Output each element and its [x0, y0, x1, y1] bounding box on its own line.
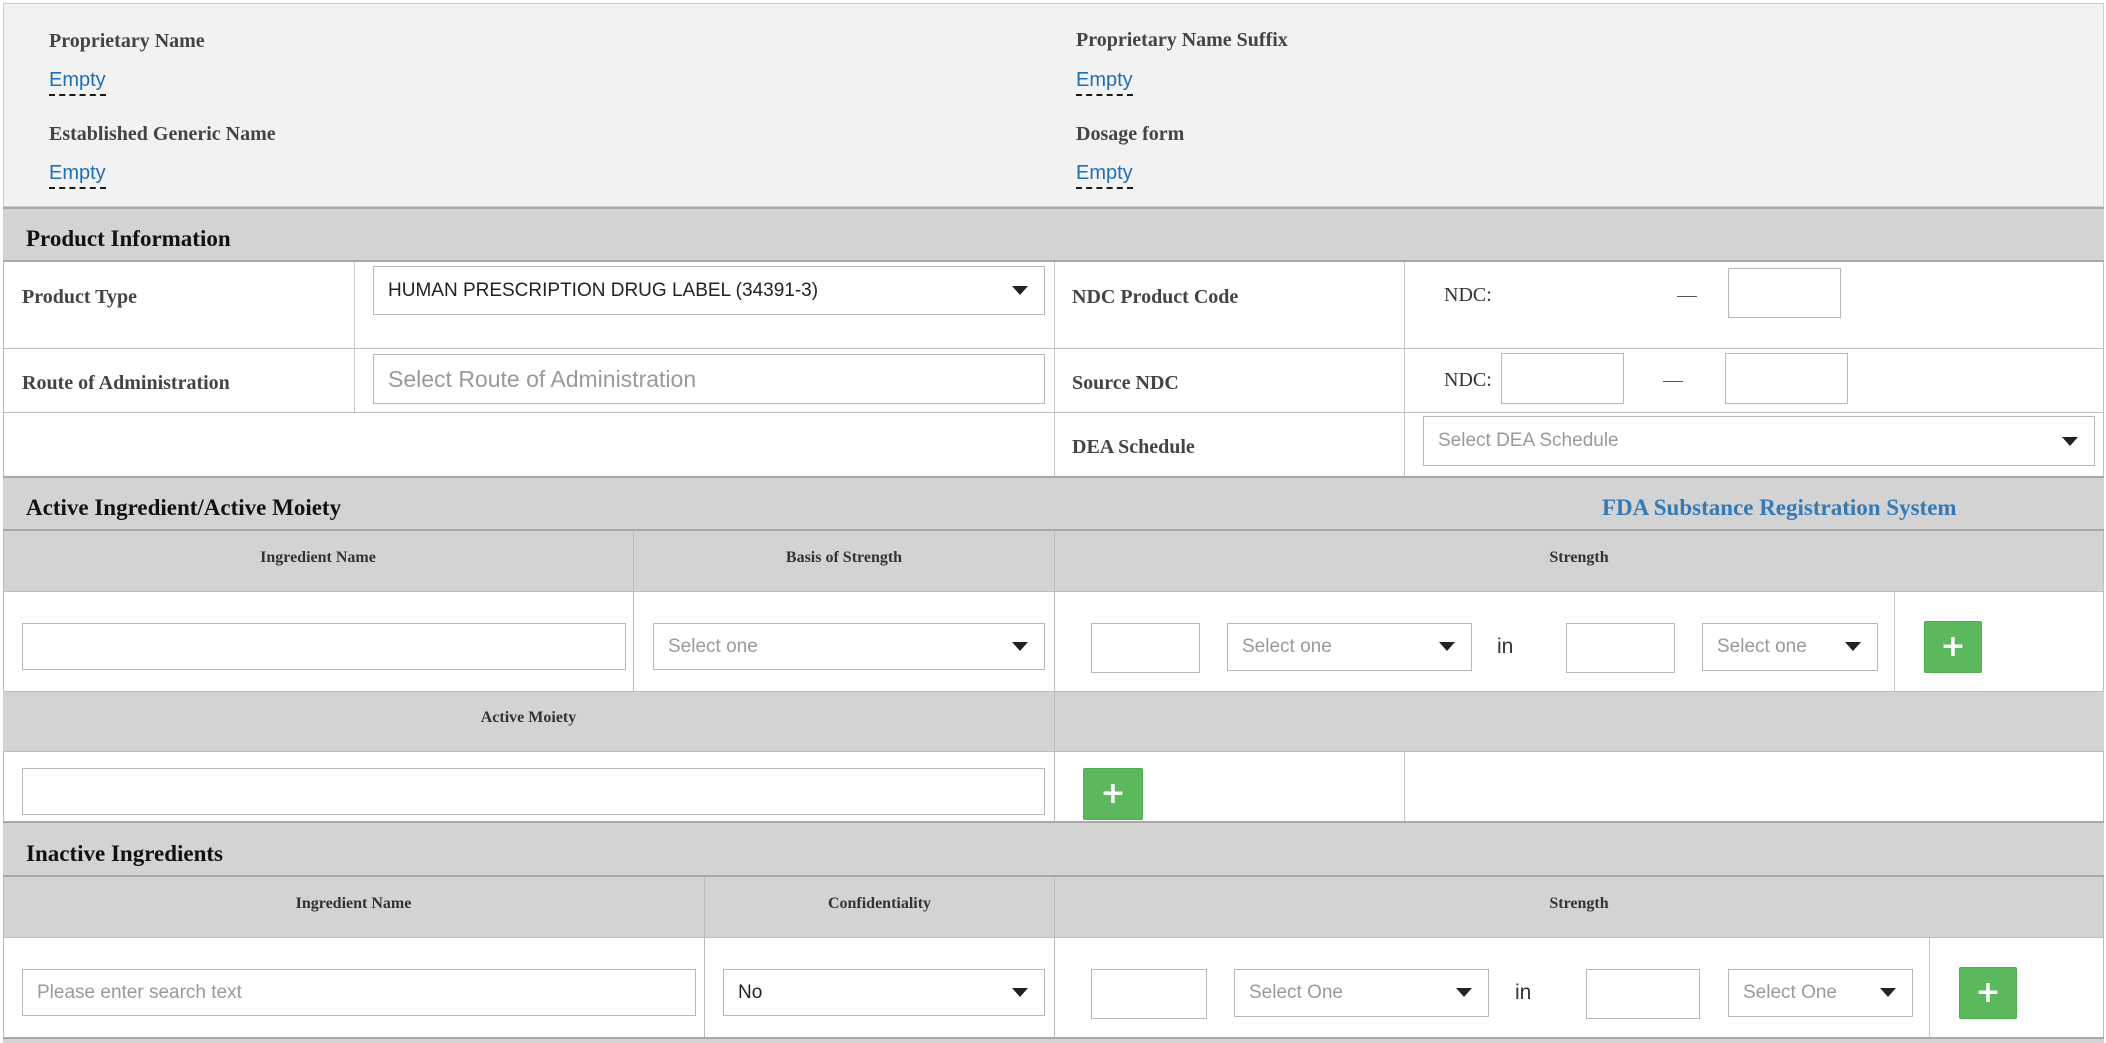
next-section-header [3, 1039, 2104, 1043]
divider [2103, 262, 2104, 476]
active-ingredient-name-input[interactable] [22, 623, 626, 670]
inactive-strength-denominator-unit-select[interactable]: Select One [1728, 969, 1913, 1017]
strength-numerator-unit-placeholder: Select one [1242, 636, 1332, 657]
column-ingredient-name: Ingredient Name [260, 549, 376, 566]
source-ndc-label: Source NDC [1072, 372, 1179, 394]
proprietary-name-suffix-label: Proprietary Name Suffix [1076, 29, 1288, 51]
column-strength: Strength [1549, 895, 1609, 912]
in-label: in [1515, 981, 1532, 1004]
source-ndc-prefix: NDC: [1444, 369, 1492, 391]
dea-schedule-label: DEA Schedule [1072, 436, 1195, 458]
divider [2103, 877, 2104, 1043]
chevron-down-icon [1456, 988, 1472, 997]
product-type-label: Product Type [22, 286, 138, 308]
column-basis-of-strength: Basis of Strength [785, 549, 903, 566]
chevron-down-icon [1439, 642, 1455, 651]
strength-denominator-input[interactable] [1566, 623, 1675, 673]
ndc-product-code-label: NDC Product Code [1072, 286, 1239, 308]
divider [1929, 938, 1930, 1037]
ndc-product-code-field[interactable] [1729, 269, 1840, 317]
inactive-strength-numerator-field[interactable] [1092, 970, 1206, 1018]
confidentiality-value: No [738, 981, 763, 1003]
divider [3, 591, 2104, 592]
divider [1404, 262, 1405, 476]
divider [3, 262, 4, 476]
ndc-product-code-input[interactable] [1728, 268, 1841, 318]
inactive-ingredients-title: Inactive Ingredients [26, 841, 223, 866]
established-generic-name-value[interactable]: Empty [49, 161, 106, 189]
strength-denominator-field[interactable] [1567, 624, 1674, 672]
column-strength: Strength [1549, 549, 1609, 566]
dosage-form-value[interactable]: Empty [1076, 161, 1133, 189]
divider [1054, 262, 1055, 476]
ndc-prefix: NDC: [1444, 284, 1492, 306]
active-ingredient-title: Active Ingredient/Active Moiety [26, 495, 342, 520]
route-of-administration-field[interactable] [374, 355, 1044, 403]
inactive-ingredient-search-field[interactable] [23, 970, 695, 1015]
established-generic-name-label: Established Generic Name [49, 123, 276, 145]
dea-schedule-placeholder: Select DEA Schedule [1438, 430, 1619, 451]
dash-separator [1663, 381, 1683, 382]
product-info-header [3, 209, 2104, 260]
divider [1894, 592, 1895, 691]
product-type-select[interactable]: HUMAN PRESCRIPTION DRUG LABEL (34391-3) [373, 266, 1045, 315]
inactive-strength-denominator-input[interactable] [1586, 969, 1700, 1019]
chevron-down-icon [1880, 988, 1896, 997]
basis-of-strength-select[interactable]: Select one [653, 623, 1045, 670]
source-ndc-labeler-input[interactable] [1501, 353, 1624, 404]
strength-numerator-unit-select[interactable]: Select one [1227, 623, 1472, 671]
divider [1404, 752, 1405, 821]
divider [1054, 531, 1055, 821]
column-active-moiety: Active Moiety [480, 709, 577, 726]
route-of-administration-input[interactable] [373, 354, 1045, 404]
inactive-ingredient-search-input[interactable] [22, 969, 696, 1016]
column-ingredient-name: Ingredient Name [295, 895, 412, 912]
strength-denominator-unit-select[interactable]: Select one [1702, 623, 1878, 671]
strength-denominator-unit-placeholder: Select one [1717, 636, 1807, 657]
proprietary-name-value[interactable]: Empty [49, 68, 106, 96]
chevron-down-icon [2062, 437, 2078, 446]
dea-schedule-select[interactable]: Select DEA Schedule [1423, 416, 2095, 466]
inactive-strength-denominator-field[interactable] [1587, 970, 1699, 1018]
divider [3, 531, 4, 821]
active-moiety-input[interactable] [22, 768, 1045, 815]
strength-numerator-input[interactable] [1091, 623, 1200, 673]
active-moiety-field[interactable] [23, 769, 1044, 814]
divider [354, 262, 355, 412]
confidentiality-select[interactable]: No [723, 969, 1045, 1016]
inactive-strength-numerator-unit-placeholder: Select One [1249, 982, 1343, 1003]
divider [2103, 531, 2104, 821]
proprietary-name-suffix-value[interactable]: Empty [1076, 68, 1133, 96]
chevron-down-icon [1012, 286, 1028, 295]
add-active-ingredient-button[interactable]: + [1924, 621, 1982, 673]
product-type-value: HUMAN PRESCRIPTION DRUG LABEL (34391-3) [388, 279, 819, 301]
strength-numerator-field[interactable] [1092, 624, 1199, 672]
divider [3, 751, 2104, 752]
summary-panel [3, 3, 2104, 207]
divider [3, 937, 2104, 938]
proprietary-name-label: Proprietary Name [49, 30, 205, 52]
source-ndc-product-input[interactable] [1725, 353, 1848, 404]
inactive-strength-denominator-unit-placeholder: Select One [1743, 982, 1837, 1003]
inactive-ingredients-header [3, 823, 2104, 875]
dash-separator [1677, 296, 1697, 297]
basis-of-strength-placeholder: Select one [668, 635, 758, 657]
inactive-strength-numerator-unit-select[interactable]: Select One [1234, 969, 1489, 1017]
inactive-strength-numerator-input[interactable] [1091, 969, 1207, 1019]
add-inactive-ingredient-button[interactable]: + [1959, 967, 2017, 1019]
chevron-down-icon [1012, 988, 1028, 997]
dosage-form-label: Dosage form [1076, 123, 1185, 145]
divider [1054, 692, 1055, 751]
chevron-down-icon [1012, 642, 1028, 651]
route-of-administration-label: Route of Administration [22, 372, 230, 394]
column-confidentiality: Confidentiality [827, 895, 932, 912]
source-ndc-product-field[interactable] [1726, 354, 1847, 403]
fda-substance-registration-link[interactable]: FDA Substance Registration System [1602, 495, 1957, 521]
product-info-title: Product Information [26, 226, 231, 251]
in-label: in [1497, 635, 1514, 658]
source-ndc-labeler-field[interactable] [1502, 354, 1623, 403]
active-ingredient-name-field[interactable] [23, 624, 625, 669]
chevron-down-icon [1845, 642, 1861, 651]
add-active-moiety-button[interactable]: + [1083, 768, 1143, 820]
